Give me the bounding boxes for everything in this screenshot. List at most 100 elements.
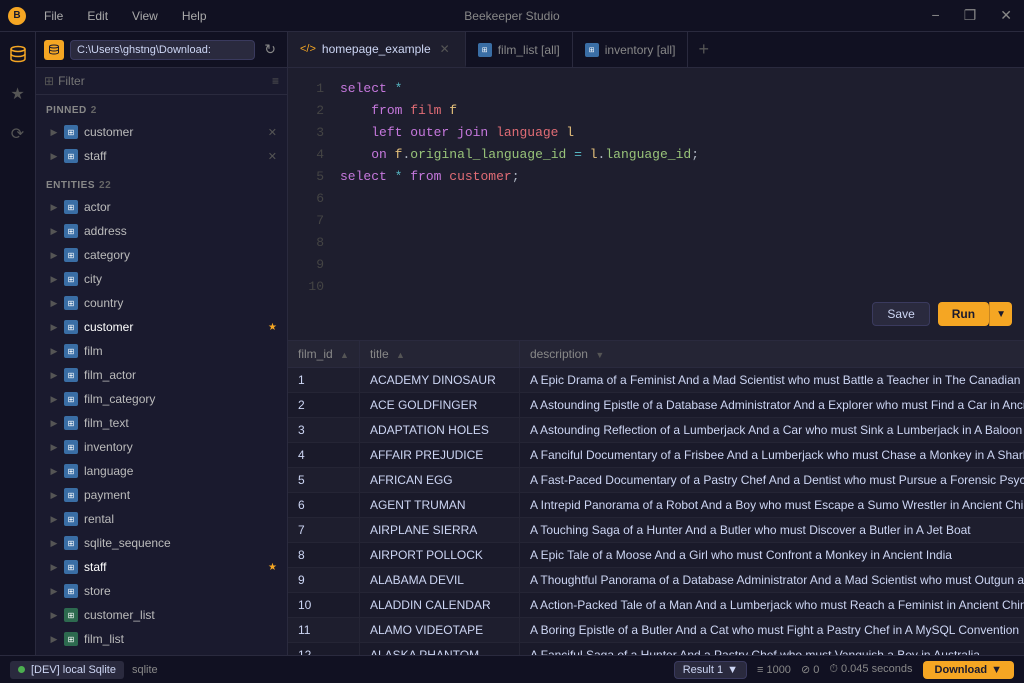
entity-film-list[interactable]: ▶ ⊞ film_list [36, 627, 287, 651]
nav-history-icon[interactable]: ⟳ [4, 120, 32, 148]
table-icon: ⊞ [64, 464, 78, 478]
table-icon: ⊞ [64, 368, 78, 382]
sidebar-content: PINNED 2 ▶ ⊞ customer ✕ ▶ ⊞ staff ✕ ENTI… [36, 95, 287, 655]
line-code: select * [340, 78, 402, 100]
download-dropdown-icon: ▼ [991, 664, 1002, 676]
entity-actor[interactable]: ▶ ⊞ actor [36, 195, 287, 219]
chevron-icon: ▶ [48, 249, 60, 261]
filter-options-icon[interactable]: ≡ [272, 74, 279, 88]
chevron-icon: ▶ [48, 225, 60, 237]
sql-icon: </> [300, 43, 316, 55]
result-dropdown-icon: ▼ [727, 664, 738, 676]
sidebar-item-label: film_list [84, 632, 277, 646]
download-button[interactable]: Download ▼ [923, 661, 1014, 679]
editor-toolbar: Save Run ▼ [288, 298, 1024, 330]
entity-staff[interactable]: ▶ ⊞ staff ★ [36, 555, 287, 579]
entity-address[interactable]: ▶ ⊞ address [36, 219, 287, 243]
nav-star-icon[interactable]: ★ [4, 80, 32, 108]
entity-payment[interactable]: ▶ ⊞ payment [36, 483, 287, 507]
menu-file[interactable]: File [38, 7, 69, 25]
editor-content[interactable]: 1 select * 2 from film f 3 left outer jo… [288, 78, 1024, 298]
sidebar-nav: ★ ⟳ [0, 32, 36, 655]
sidebar-item-label: inventory [84, 440, 277, 454]
connection-selector[interactable]: C:\Users\ghstng\Download: [70, 40, 255, 60]
cell-title: AIRPORT POLLOCK [359, 543, 519, 568]
table-tab-icon: ⊞ [585, 43, 599, 57]
cell-description: A Action-Packed Tale of a Man And a Lumb… [519, 593, 1024, 618]
table-row: 3 ADAPTATION HOLES A Astounding Reflecti… [288, 418, 1024, 443]
sidebar-item-label: customer_list [84, 608, 277, 622]
table-row: 5 AFRICAN EGG A Fast-Paced Documentary o… [288, 468, 1024, 493]
result-selector[interactable]: Result 1 ▼ [674, 661, 747, 679]
chevron-icon: ▶ [48, 345, 60, 357]
maximize-button[interactable]: ❐ [960, 5, 981, 26]
entity-sqlite-sequence[interactable]: ▶ ⊞ sqlite_sequence [36, 531, 287, 555]
editor-line-7: 7 [304, 210, 1008, 232]
minimize-button[interactable]: − [928, 5, 944, 26]
chevron-icon: ▶ [48, 297, 60, 309]
db-type: sqlite [132, 664, 158, 676]
statusbar: [DEV] local Sqlite sqlite Result 1 ▼ ≡ 1… [0, 655, 1024, 683]
pinned-item-customer[interactable]: ▶ ⊞ customer ✕ [36, 120, 287, 144]
entities-section-header: ENTITIES 22 [36, 176, 287, 195]
remove-pin-icon[interactable]: ✕ [268, 126, 277, 139]
editor-line-5: 5 select * from customer; [304, 166, 1008, 188]
editor-line-10: 10 [304, 276, 1008, 298]
table-row: 2 ACE GOLDFINGER A Astounding Epistle of… [288, 393, 1024, 418]
nav-db-icon[interactable] [4, 40, 32, 68]
entity-city[interactable]: ▶ ⊞ city [36, 267, 287, 291]
entity-film-actor[interactable]: ▶ ⊞ film_actor [36, 363, 287, 387]
table-row: 11 ALAMO VIDEOTAPE A Boring Epistle of a… [288, 618, 1024, 643]
tab-inventory[interactable]: ⊞ inventory [all] [573, 32, 689, 67]
chevron-icon: ▶ [48, 201, 60, 213]
entity-country[interactable]: ▶ ⊞ country [36, 291, 287, 315]
col-title[interactable]: title ▲ [359, 341, 519, 368]
sidebar-toolbar: C:\Users\ghstng\Download: ↻ [36, 32, 287, 68]
entity-film-text[interactable]: ▶ ⊞ film_text [36, 411, 287, 435]
menu-view[interactable]: View [126, 7, 164, 25]
window-controls: − ❐ ✕ [928, 5, 1016, 26]
cell-description: A Fanciful Saga of a Hunter And a Pastry… [519, 643, 1024, 656]
table-row: 7 AIRPLANE SIERRA A Touching Saga of a H… [288, 518, 1024, 543]
connection-status[interactable]: [DEV] local Sqlite [10, 661, 124, 679]
entity-category[interactable]: ▶ ⊞ category [36, 243, 287, 267]
table-icon: ⊞ [64, 224, 78, 238]
cell-title: ALAMO VIDEOTAPE [359, 618, 519, 643]
menu-help[interactable]: Help [176, 7, 213, 25]
tab-close-button[interactable]: ✕ [437, 41, 453, 57]
table-icon: ⊞ [64, 149, 78, 163]
add-tab-button[interactable]: + [688, 39, 719, 60]
cell-film-id: 7 [288, 518, 359, 543]
close-button[interactable]: ✕ [996, 5, 1016, 26]
cell-description: A Touching Saga of a Hunter And a Butler… [519, 518, 1024, 543]
entity-store[interactable]: ▶ ⊞ store [36, 579, 287, 603]
entity-customer[interactable]: ▶ ⊞ customer ★ [36, 315, 287, 339]
entity-inventory[interactable]: ▶ ⊞ inventory [36, 435, 287, 459]
pinned-item-staff[interactable]: ▶ ⊞ staff ✕ [36, 144, 287, 168]
main-layout: ★ ⟳ C:\Users\ghstng\Download: ↻ ⊞ ≡ [0, 32, 1024, 655]
sidebar-item-label: customer [84, 125, 268, 139]
entity-language[interactable]: ▶ ⊞ language [36, 459, 287, 483]
cell-description: A Thoughtful Panorama of a Database Admi… [519, 568, 1024, 593]
entity-film-category[interactable]: ▶ ⊞ film_category [36, 387, 287, 411]
col-film-id[interactable]: film_id ▲ [288, 341, 359, 368]
entity-film[interactable]: ▶ ⊞ film [36, 339, 287, 363]
run-button[interactable]: Run [938, 302, 989, 326]
remove-pin-icon[interactable]: ✕ [268, 150, 277, 163]
sidebar-item-label: staff [84, 149, 268, 163]
cell-title: ACE GOLDFINGER [359, 393, 519, 418]
tab-homepage-example[interactable]: </> homepage_example ✕ [288, 32, 466, 67]
filter-input[interactable] [58, 74, 268, 88]
save-button[interactable]: Save [872, 302, 929, 326]
refresh-button[interactable]: ↻ [261, 38, 279, 61]
rows-count: ≡ 1000 [757, 664, 791, 676]
menu-edit[interactable]: Edit [81, 7, 114, 25]
entity-rental[interactable]: ▶ ⊞ rental [36, 507, 287, 531]
run-dropdown-button[interactable]: ▼ [989, 302, 1012, 326]
entity-customer-list[interactable]: ▶ ⊞ customer_list [36, 603, 287, 627]
table-header-row: film_id ▲ title ▲ description ▼ r [288, 341, 1024, 368]
col-description[interactable]: description ▼ [519, 341, 1024, 368]
table-icon: ⊞ [64, 296, 78, 310]
sidebar-item-label: sqlite_sequence [84, 536, 277, 550]
tab-film-list[interactable]: ⊞ film_list [all] [466, 32, 573, 67]
